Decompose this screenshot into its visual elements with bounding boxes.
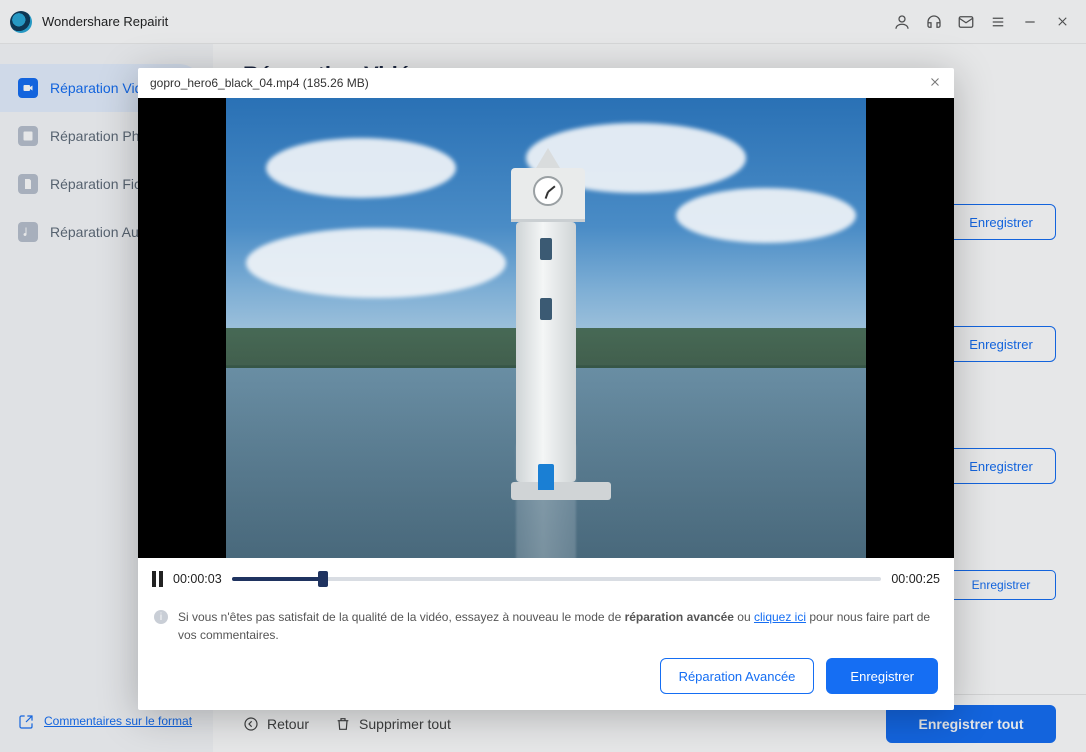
info-icon: i [154, 610, 168, 624]
modal-filename: gopro_hero6_black_04.mp4 (185.26 MB) [150, 76, 369, 90]
modal-close-icon[interactable] [928, 75, 942, 92]
time-duration: 00:00:25 [891, 572, 940, 586]
modal-save-button[interactable]: Enregistrer [826, 658, 938, 694]
time-elapsed: 00:00:03 [173, 572, 222, 586]
preview-modal: gopro_hero6_black_04.mp4 (185.26 MB) [138, 68, 954, 710]
pause-button[interactable] [152, 571, 163, 587]
advanced-repair-button[interactable]: Réparation Avancée [660, 658, 815, 694]
video-controls: 00:00:03 00:00:25 [138, 558, 954, 600]
quality-message: i Si vous n'êtes pas satisfait de la qua… [138, 600, 954, 648]
seek-bar[interactable] [232, 577, 882, 581]
feedback-link[interactable]: cliquez ici [754, 610, 806, 624]
video-preview [138, 98, 954, 558]
